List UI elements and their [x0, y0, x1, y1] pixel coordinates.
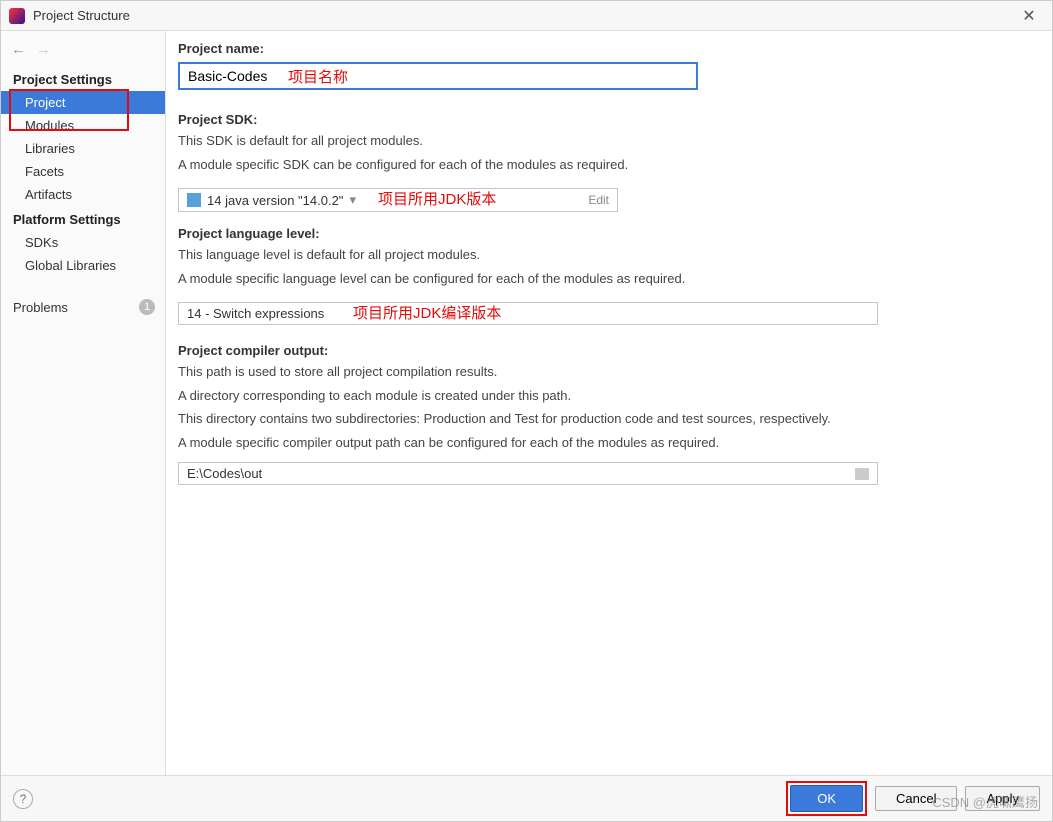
sidebar-item-sdks[interactable]: SDKs — [1, 231, 165, 254]
dialog-body: ← → Project Settings Project Modules Lib… — [1, 31, 1052, 775]
compiler-output-field[interactable]: E:\Codes\out — [178, 462, 878, 485]
output-label: Project compiler output: — [178, 343, 1038, 358]
main-panel: Project name: 项目名称 Project SDK: This SDK… — [166, 31, 1052, 775]
folder-icon[interactable] — [855, 468, 869, 480]
annotation-box-ok: OK — [786, 781, 867, 816]
forward-icon[interactable]: → — [36, 41, 51, 58]
output-desc-3: This directory contains two subdirectori… — [178, 409, 1038, 429]
output-value: E:\Codes\out — [187, 466, 262, 481]
output-desc-1: This path is used to store all project c… — [178, 362, 1038, 382]
jdk-icon — [187, 193, 201, 207]
lang-value: 14 - Switch expressions — [187, 306, 324, 321]
lang-level-label: Project language level: — [178, 226, 1038, 241]
window-title: Project Structure — [33, 8, 1014, 23]
back-icon[interactable]: ← — [11, 41, 26, 58]
titlebar: Project Structure ✕ — [1, 1, 1052, 31]
ok-button[interactable]: OK — [790, 785, 863, 812]
sidebar-item-modules[interactable]: Modules — [1, 114, 165, 137]
output-desc-2: A directory corresponding to each module… — [178, 386, 1038, 406]
cancel-button[interactable]: Cancel — [875, 786, 957, 811]
problems-count-badge: 1 — [139, 299, 155, 315]
project-name-input[interactable] — [188, 68, 688, 84]
lang-desc-1: This language level is default for all p… — [178, 245, 1038, 265]
project-name-label: Project name: — [178, 41, 1038, 56]
sidebar-item-facets[interactable]: Facets — [1, 160, 165, 183]
close-icon[interactable]: ✕ — [1014, 6, 1044, 26]
nav-arrows: ← → — [1, 37, 165, 66]
sidebar: ← → Project Settings Project Modules Lib… — [1, 31, 166, 775]
sdk-value: 14 java version "14.0.2" — [207, 193, 343, 208]
help-icon[interactable]: ? — [13, 789, 33, 809]
sidebar-item-problems[interactable]: Problems 1 — [1, 295, 165, 319]
problems-label: Problems — [13, 300, 68, 315]
project-settings-header: Project Settings — [1, 66, 165, 91]
sidebar-item-artifacts[interactable]: Artifacts — [1, 183, 165, 206]
sdk-desc-2: A module specific SDK can be configured … — [178, 155, 1038, 175]
dialog-footer: ? OK Cancel Apply CSDN @虎啸鹰扬 — [1, 775, 1052, 821]
project-sdk-label: Project SDK: — [178, 112, 1038, 127]
sidebar-item-libraries[interactable]: Libraries — [1, 137, 165, 160]
sidebar-item-project[interactable]: Project — [1, 91, 165, 114]
platform-settings-header: Platform Settings — [1, 206, 165, 231]
project-structure-dialog: Project Structure ✕ ← → Project Settings… — [0, 0, 1053, 822]
sdk-edit-link[interactable]: Edit — [588, 193, 609, 207]
project-name-input-wrapper[interactable] — [178, 62, 698, 90]
lang-level-dropdown[interactable]: 14 - Switch expressions — [178, 302, 878, 325]
sidebar-item-global-libraries[interactable]: Global Libraries — [1, 254, 165, 277]
output-desc-4: A module specific compiler output path c… — [178, 433, 1038, 453]
lang-desc-2: A module specific language level can be … — [178, 269, 1038, 289]
app-icon — [9, 8, 25, 24]
sdk-desc-1: This SDK is default for all project modu… — [178, 131, 1038, 151]
apply-button[interactable]: Apply — [965, 786, 1040, 811]
project-sdk-dropdown[interactable]: 14 java version "14.0.2" ▾ Edit — [178, 188, 618, 212]
